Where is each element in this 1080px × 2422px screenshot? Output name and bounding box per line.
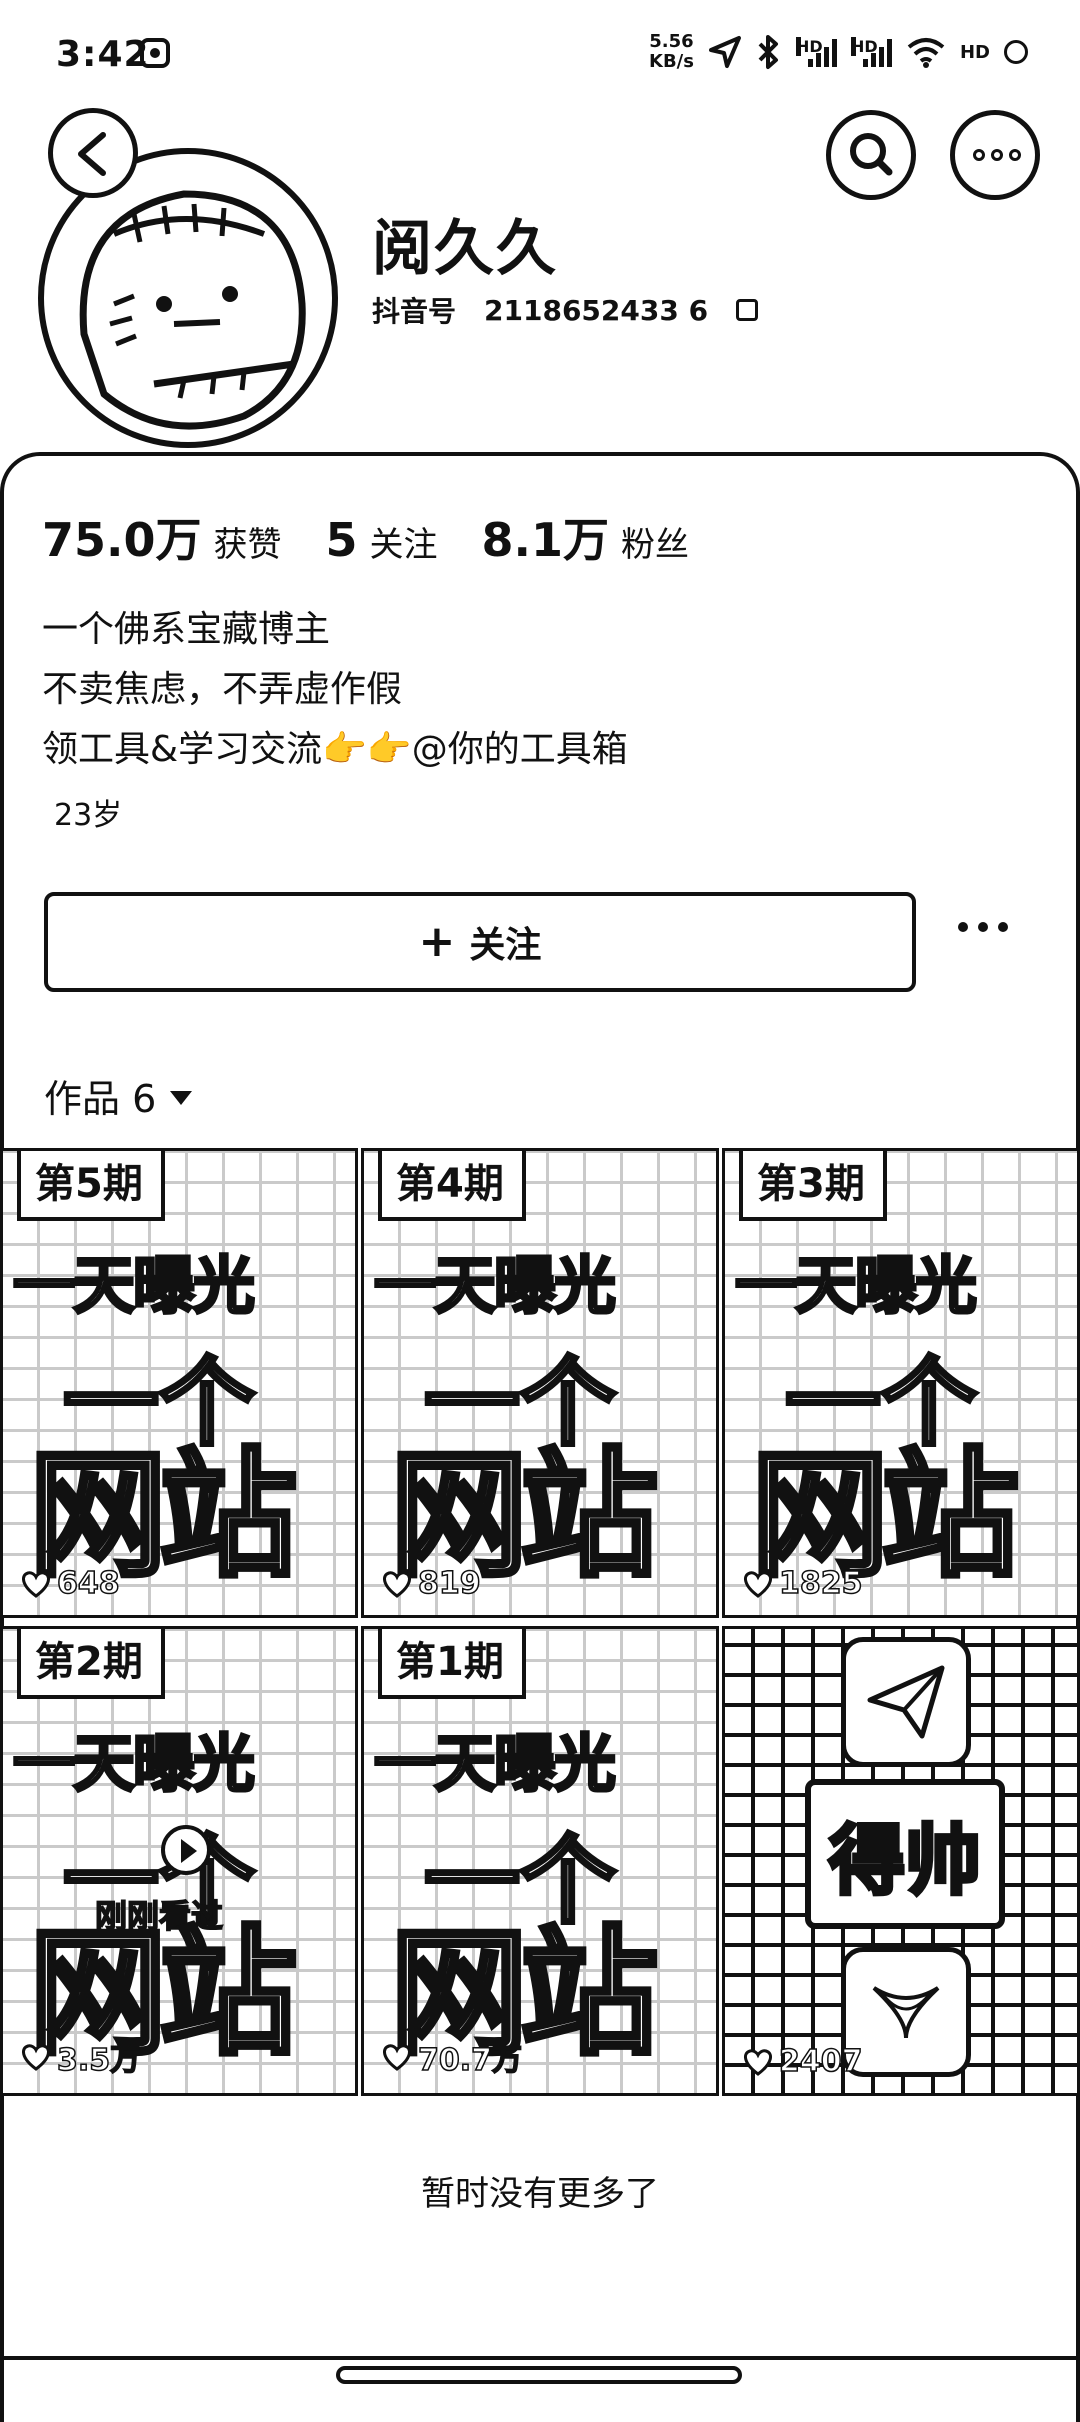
bio-line-3[interactable]: 领工具&学习交流👉👉@你的工具箱 xyxy=(42,720,628,780)
stat-followers[interactable]: 8.1万 粉丝 xyxy=(482,504,690,570)
notification-icon xyxy=(140,38,170,68)
cover-line-1: 一天曝光 xyxy=(372,1248,617,1324)
caret-down-icon xyxy=(170,1090,193,1105)
plus-icon: + xyxy=(418,916,456,967)
heart-icon xyxy=(22,2044,50,2071)
like-count: 2407 xyxy=(741,2043,863,2080)
stat-followers-number: 8.1万 xyxy=(481,513,610,567)
hd-voice-label: HD xyxy=(959,41,990,63)
user-id-value: 2118652433 6 xyxy=(484,293,709,327)
episode-label: 第1期 xyxy=(378,1629,526,1699)
video-tile[interactable]: 第3期 一天曝光 一个 网站 1825 xyxy=(722,1148,1080,1618)
cover-line-1: 一天曝光 xyxy=(372,1726,617,1802)
like-count: 819 xyxy=(380,1565,481,1602)
episode-label: 第4期 xyxy=(378,1151,526,1221)
stat-likes[interactable]: 75.0万 获赞 xyxy=(42,504,282,570)
bio: 一个佛系宝藏博主 不卖焦虑，不弄虚作假 领工具&学习交流👉👉@你的工具箱 xyxy=(42,600,628,780)
cover-sign: 得帅 xyxy=(805,1779,1005,1929)
follow-button-label: 关注 xyxy=(469,925,542,966)
stat-following[interactable]: 5 关注 xyxy=(326,513,438,567)
stat-likes-number: 75.0万 xyxy=(42,513,202,567)
stat-likes-label: 获赞 xyxy=(213,525,282,565)
like-count: 3.5万 xyxy=(19,2035,141,2079)
bluetooth-icon xyxy=(758,35,778,69)
back-button[interactable] xyxy=(48,108,138,198)
wifi-icon xyxy=(907,38,945,68)
stat-following-number: 5 xyxy=(325,513,358,567)
episode-label: 第3期 xyxy=(739,1151,887,1221)
search-button[interactable] xyxy=(826,110,916,200)
video-tile[interactable]: 得帅 2407 xyxy=(722,1626,1080,2096)
profile-stats: 75.0万 获赞 5 关注 8.1万 粉丝 xyxy=(42,504,689,570)
chevron-left-icon xyxy=(78,132,106,176)
status-time: 3:42 xyxy=(56,34,150,75)
bio-line-1: 一个佛系宝藏博主 xyxy=(42,609,331,650)
stat-following-label: 关注 xyxy=(369,525,438,565)
play-icon xyxy=(161,1825,211,1875)
follow-more-button[interactable] xyxy=(958,922,1008,932)
video-tile[interactable]: 第1期 一天曝光 一个 网站 70.7万 xyxy=(361,1626,719,2096)
cover-line-1: 一天曝光 xyxy=(11,1726,256,1802)
like-count-value: 1825 xyxy=(778,1565,863,1602)
cover-line-3: 网站 xyxy=(26,1435,299,1596)
video-tile[interactable]: 第2期 一天曝光 一个 刚刚看过 网站 3.5万 xyxy=(0,1626,358,2096)
battery-icon xyxy=(1004,40,1028,64)
home-indicator[interactable] xyxy=(336,2366,742,2384)
status-icons: 5.56 KB/s HD HD HD xyxy=(649,30,1028,74)
heart-icon xyxy=(383,2044,411,2071)
like-count: 70.7万 xyxy=(380,2035,523,2079)
like-count-value: 3.5万 xyxy=(56,2042,141,2079)
like-count: 1825 xyxy=(741,1565,863,1602)
network-speed: 5.56 KB/s xyxy=(649,32,694,72)
status-bar: 3:42 5.56 KB/s HD HD HD xyxy=(0,0,1080,110)
like-count-value: 70.7万 xyxy=(417,2042,523,2079)
net-speed-value: 5.56 xyxy=(649,31,694,52)
like-count: 648 xyxy=(19,1565,120,1602)
video-tile[interactable]: 第5期 一天曝光 一个 网站 648 xyxy=(0,1148,358,1618)
heart-icon xyxy=(744,2048,772,2076)
hd-label-1: HD xyxy=(795,37,823,56)
works-tab-label: 作品 6 xyxy=(44,1077,157,1121)
search-icon xyxy=(850,133,893,176)
like-count-value: 819 xyxy=(417,1565,481,1602)
like-count-value: 2407 xyxy=(778,2043,863,2080)
location-arrow-icon xyxy=(708,36,741,68)
cover-line-1: 一天曝光 xyxy=(733,1248,978,1324)
heart-icon xyxy=(744,1570,772,1598)
signal-icon-1: HD xyxy=(795,37,837,67)
divider xyxy=(0,2356,1080,2360)
hd-label-2: HD xyxy=(850,37,878,56)
bio-line-2: 不卖焦虑，不弄虚作假 xyxy=(42,669,403,710)
paper-plane-icon xyxy=(841,1637,971,1767)
episode-label: 第5期 xyxy=(17,1151,165,1221)
like-count-value: 648 xyxy=(56,1565,120,1602)
signal-icon-2: HD xyxy=(850,37,892,67)
user-name: 阅久久 xyxy=(372,214,558,284)
cover-line-1: 一天曝光 xyxy=(11,1248,256,1324)
more-dots-icon xyxy=(973,149,1021,161)
user-id-label: 抖音号 xyxy=(372,295,457,328)
episode-label: 第2期 xyxy=(17,1629,165,1699)
no-more-content: 暂时没有更多了 xyxy=(421,2174,659,2214)
video-tile[interactable]: 第4期 一天曝光 一个 网站 819 xyxy=(361,1148,719,1618)
works-grid: 第5期 一天曝光 一个 网站 648 第4期 一天曝光 一个 网站 819 第3… xyxy=(0,1148,1080,2096)
stat-followers-label: 粉丝 xyxy=(621,525,690,565)
copy-icon[interactable] xyxy=(736,299,759,321)
net-speed-unit: KB/s xyxy=(649,51,694,72)
works-tab[interactable]: 作品 6 xyxy=(44,1068,193,1123)
heart-icon xyxy=(383,1570,411,1598)
cover-line-3: 网站 xyxy=(748,1435,1021,1596)
age-tag: 23岁 xyxy=(54,798,123,833)
user-id-row: 抖音号 2118652433 6 xyxy=(372,290,759,330)
follow-button[interactable]: + 关注 xyxy=(44,892,916,992)
more-options-button[interactable] xyxy=(950,110,1040,200)
heart-icon xyxy=(22,1570,50,1598)
cover-line-3: 网站 xyxy=(387,1435,660,1596)
